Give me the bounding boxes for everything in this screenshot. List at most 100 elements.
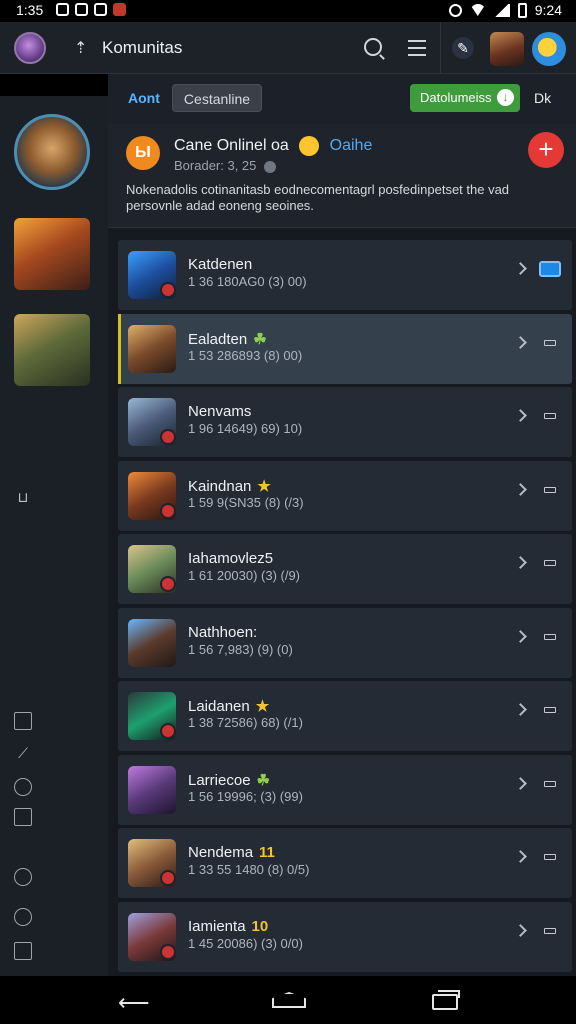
member-rank: ☘ (253, 330, 267, 348)
emoji-avatar[interactable] (532, 32, 566, 66)
badge-icon (160, 502, 176, 519)
chevron-right-icon[interactable] (514, 923, 527, 937)
filter-bar: Aont Cestanline Datolumeiss ↓ Dk (108, 74, 576, 124)
member-name-text: Larriecoe (188, 771, 251, 789)
chevron-right-icon[interactable] (514, 629, 527, 643)
chevron-right-icon[interactable] (514, 776, 527, 790)
list-item[interactable]: Katdenen 1 36 180AG0 (3) 00) (118, 240, 572, 310)
list-item[interactable]: Nathhoen: 1 56 7,983) (9) (0) (118, 607, 572, 678)
toggle-icon[interactable] (544, 633, 556, 640)
member-rank: 11 (259, 844, 275, 861)
page-title: Komunitas (102, 38, 183, 57)
post-title: Cane Onlinel oa Oaihe (174, 136, 372, 156)
post-tag[interactable]: Oaihe (330, 137, 373, 154)
user-portrait[interactable] (14, 114, 90, 190)
member-avatar[interactable] (128, 618, 176, 667)
member-name-text: Laidanen (188, 698, 250, 715)
chevron-right-icon[interactable] (514, 409, 527, 422)
nav-recents-icon[interactable] (432, 990, 460, 1010)
list-item[interactable]: Kaindnan ★ 1 59 9(SN35 (8) (/3) (118, 460, 572, 531)
badge-icon (160, 943, 176, 960)
member-stats: 1 61 20030) (3) (/9) (188, 568, 301, 583)
profile-avatar[interactable] (14, 32, 46, 64)
member-avatar[interactable] (128, 324, 176, 373)
list-item[interactable]: Nenvams 1 96 14649) 69) 10) (118, 387, 572, 457)
download-button[interactable]: Datolumeiss ↓ (410, 84, 520, 112)
nav-back-icon[interactable]: ⟵ (118, 990, 150, 1016)
notification-icon (75, 3, 88, 16)
tab-font[interactable]: Aont (128, 90, 160, 106)
tab-online[interactable]: Cestanline (172, 84, 262, 112)
more-tab[interactable]: Dk (534, 90, 551, 106)
chevron-right-icon[interactable] (514, 556, 527, 569)
member-name: Nenvams (188, 403, 257, 420)
status-bar: 1:35 9:24 (0, 0, 576, 22)
badge-icon (160, 429, 176, 445)
badge-icon (160, 282, 176, 298)
chevron-right-icon[interactable] (514, 482, 527, 496)
chevron-right-icon[interactable] (514, 335, 527, 349)
member-name-text: Ealadten (188, 330, 248, 348)
top-app-bar: ⇡ Komunitas ✎ (0, 22, 576, 74)
compose-icon[interactable]: ✎ (452, 37, 474, 59)
badge-icon (160, 723, 176, 739)
game-thumbnail[interactable] (14, 314, 90, 386)
notification-icon (94, 3, 107, 16)
filter-menu-icon[interactable] (408, 40, 426, 61)
toggle-icon[interactable] (544, 560, 556, 566)
navigation-bar: ⟵ (0, 976, 576, 1024)
game-thumbnail[interactable] (14, 218, 90, 290)
member-name-text: Katdenen (188, 256, 253, 273)
member-stats: 1 53 286893 (8) 00) (188, 347, 303, 363)
chevron-right-icon[interactable] (514, 850, 527, 863)
member-stats: 1 45 20086) (3) 0/0) (188, 935, 303, 951)
post-subtitle-text: Borader: 3, 25 (174, 158, 257, 173)
compass-icon[interactable] (14, 908, 32, 926)
checkbox-icon[interactable] (14, 808, 32, 826)
clock-icon[interactable] (14, 778, 32, 796)
list-item[interactable]: Laidanen ★ 1 38 72586) 68) (/1) (118, 681, 572, 751)
toggle-icon[interactable] (544, 486, 556, 493)
toggle-icon[interactable] (539, 261, 561, 277)
member-avatar[interactable] (128, 765, 176, 814)
badge-icon (160, 870, 176, 886)
toggle-icon[interactable] (544, 707, 556, 713)
post-author-icon[interactable]: Ы (126, 136, 160, 170)
chevron-right-icon[interactable] (514, 262, 527, 275)
globe-icon[interactable] (14, 868, 32, 886)
toggle-icon[interactable] (544, 413, 556, 419)
image-icon[interactable] (14, 712, 32, 730)
member-name: Laidanen ★ (188, 697, 269, 715)
member-name: Nathhoen: (188, 624, 263, 641)
nav-home-icon[interactable] (272, 992, 306, 1008)
search-icon[interactable] (364, 38, 382, 56)
list-item[interactable]: Larriecoe ☘ 1 56 19996; (3) (99) (118, 754, 572, 825)
toggle-icon[interactable] (544, 780, 556, 787)
member-name-text: Nenvams (188, 403, 252, 420)
add-button[interactable]: + (528, 132, 564, 168)
friend-avatar[interactable] (490, 32, 524, 66)
back-icon[interactable]: ⇡ (74, 38, 90, 57)
battery-icon (517, 2, 527, 18)
member-name-text: Iamienta (188, 917, 246, 935)
mail-icon[interactable] (14, 942, 32, 960)
toggle-icon[interactable] (544, 854, 556, 860)
divider (440, 22, 441, 74)
chevron-right-icon[interactable] (514, 703, 527, 716)
toggle-icon[interactable] (544, 927, 556, 934)
notification-icon (56, 3, 69, 16)
post-subtitle: Borader: 3, 25 (174, 158, 277, 173)
member-name: Iahamovlez5 (188, 550, 279, 567)
chart-icon[interactable]: ⟋ (14, 744, 32, 762)
list-item[interactable]: Nendema 11 1 33 55 1480 (8) 0/5) (118, 828, 572, 898)
left-sidebar: ⊔ ⟋ (0, 96, 108, 976)
member-rank: ★ (257, 477, 271, 495)
member-name: Larriecoe ☘ (188, 771, 270, 789)
list-item[interactable]: Iahamovlez5 1 61 20030) (3) (/9) (118, 534, 572, 604)
list-item[interactable]: Ealadten ☘ 1 53 286893 (8) 00) (118, 313, 572, 384)
bookmark-icon[interactable]: ⊔ (14, 488, 32, 506)
download-label: Datolumeiss (420, 90, 492, 105)
list-item[interactable]: Iamienta 10 1 45 20086) (3) 0/0) (118, 901, 572, 972)
toggle-icon[interactable] (544, 339, 556, 346)
member-name: Ealadten ☘ (188, 330, 267, 348)
